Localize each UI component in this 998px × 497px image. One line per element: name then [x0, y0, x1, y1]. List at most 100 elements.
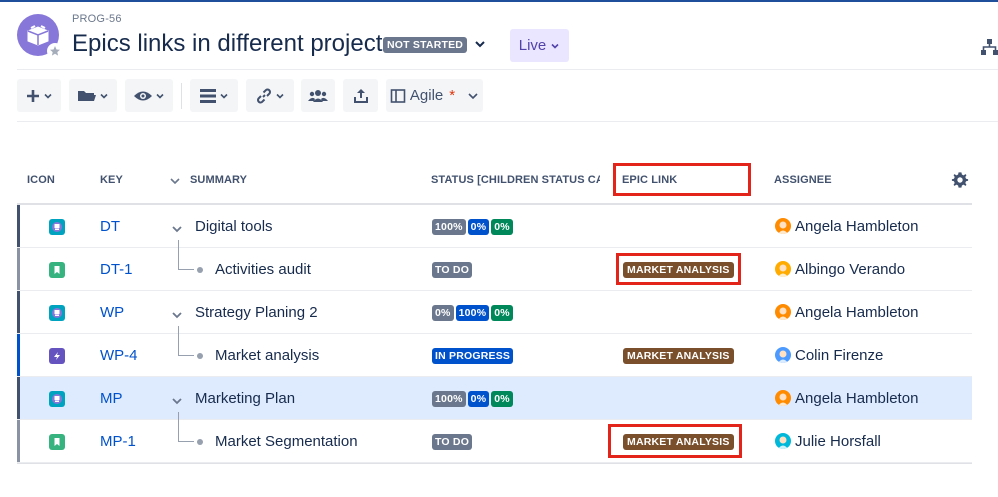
assignee-name: Julie Horsfall	[795, 432, 881, 450]
table-row[interactable]: WP Strategy Planing 2 0% 100% 0% Angela Hamb…	[17, 291, 972, 334]
status-lozenges: IN PROGRESS	[432, 347, 514, 364]
assignee[interactable]: Angela Hambleton	[775, 218, 918, 235]
epic-icon	[49, 304, 65, 321]
status-lozenge: 100%	[432, 390, 466, 407]
issue-key[interactable]: WP-4	[100, 347, 138, 364]
expand-toggle-icon[interactable]	[170, 394, 184, 408]
structure-button[interactable]	[69, 79, 117, 112]
status-lozenge: 0%	[491, 390, 513, 407]
chevron-down-icon	[551, 43, 559, 49]
tree-node-dot	[197, 266, 203, 273]
column-header-key[interactable]: KEY	[100, 174, 123, 186]
tree-connector	[178, 240, 194, 270]
issue-summary[interactable]: Market Segmentation	[215, 433, 358, 450]
issue-summary[interactable]: Market analysis	[215, 347, 319, 364]
assignee[interactable]: Angela Hambleton	[775, 390, 918, 407]
toolbar-divider	[181, 83, 182, 109]
assignee[interactable]: Julie Horsfall	[775, 433, 881, 450]
status-lozenges: 0% 100% 0%	[432, 304, 513, 321]
chevron-down-icon[interactable]	[472, 36, 488, 52]
issue-summary[interactable]: Strategy Planing 2	[195, 304, 318, 321]
add-button[interactable]	[17, 79, 61, 112]
row-indicator	[17, 334, 20, 376]
status-lozenge: 0%	[491, 218, 513, 235]
view-selector-button[interactable]: Agile *	[386, 79, 483, 112]
expand-toggle-icon[interactable]	[170, 222, 184, 236]
package-icon	[27, 25, 49, 46]
table-row[interactable]: MP Marketing Plan 100% 0% 0% Angela Hambleto…	[17, 377, 972, 420]
issue-summary[interactable]: Digital tools	[195, 218, 273, 235]
issue-key[interactable]: MP	[100, 390, 123, 407]
export-button[interactable]	[343, 79, 378, 112]
avatar	[775, 433, 791, 449]
column-header-summary[interactable]: SUMMARY	[190, 174, 247, 186]
table-row[interactable]: DT-1 Activities audit TO DO MARKET ANALYSIS…	[17, 240, 972, 291]
epic-link-lozenge[interactable]: MARKET ANALYSIS	[623, 347, 734, 364]
issue-key[interactable]: WP	[100, 304, 124, 321]
table-row[interactable]: WP-4 Market analysis IN PROGRESS MARKET ANA…	[17, 326, 972, 377]
layout-icon	[390, 88, 406, 103]
project-key[interactable]: PROG-56	[72, 13, 122, 25]
status-lozenge: 0%	[432, 304, 454, 321]
row-indicator	[17, 205, 20, 247]
live-button[interactable]: Live	[510, 29, 569, 62]
status-badge[interactable]: NOT STARTED	[383, 37, 468, 53]
expand-toggle-icon[interactable]	[170, 308, 184, 322]
column-header-assignee[interactable]: ASSIGNEE	[774, 174, 832, 186]
collapse-all-icon[interactable]	[169, 175, 181, 187]
row-indicator	[17, 420, 20, 462]
avatar	[775, 261, 791, 277]
issue-summary[interactable]: Activities audit	[215, 261, 311, 278]
view-label: Agile	[409, 87, 444, 104]
row-indicator	[17, 377, 20, 419]
view-options-button[interactable]	[125, 79, 173, 112]
table-bottom-border	[17, 463, 972, 464]
link-button[interactable]	[246, 79, 294, 112]
link-icon	[257, 88, 271, 103]
gear-icon[interactable]	[951, 171, 969, 189]
status-lozenge: 0%	[467, 390, 490, 407]
status-lozenge: 0%	[467, 218, 490, 235]
status-lozenge: IN PROGRESS	[432, 347, 514, 364]
issue-key[interactable]: DT-1	[100, 261, 133, 278]
table-row[interactable]: DT Digital tools 100% 0% 0% Angela Hambleton	[17, 205, 972, 248]
tree-node-dot	[197, 352, 203, 359]
issue-summary[interactable]: Marketing Plan	[195, 390, 295, 407]
avatar	[775, 304, 791, 320]
status-lozenge: 0%	[491, 304, 513, 321]
assignee[interactable]: Albingo Verando	[775, 261, 905, 278]
status-lozenge: 100%	[455, 304, 490, 321]
assignee[interactable]: Angela Hambleton	[775, 304, 918, 321]
avatar	[775, 390, 791, 406]
column-header-status[interactable]: STATUS [CHILDREN STATUS CA	[431, 174, 600, 186]
team-button[interactable]	[301, 79, 335, 112]
assignee[interactable]: Colin Firenze	[775, 347, 883, 364]
add-icon	[27, 89, 39, 102]
issue-key[interactable]: MP-1	[100, 433, 136, 450]
tree-connector	[178, 326, 194, 356]
eye-icon	[134, 91, 152, 100]
folder-icon	[78, 90, 96, 101]
tree-connector	[178, 412, 194, 442]
status-lozenge: 100%	[432, 218, 466, 235]
story-icon	[49, 433, 65, 450]
chevron-down-icon	[468, 92, 478, 99]
assignee-name: Angela Hambleton	[795, 303, 919, 321]
issue-key[interactable]: DT	[100, 218, 120, 235]
toolbar-divider-line	[17, 121, 998, 122]
top-accent-line	[0, 0, 998, 2]
export-icon	[353, 88, 368, 103]
epic-icon	[49, 218, 65, 235]
star-icon[interactable]	[47, 43, 63, 59]
page-title: Epics links in different project	[72, 30, 383, 57]
hierarchy-icon[interactable]	[980, 38, 998, 56]
column-header-icon[interactable]: ICON	[27, 174, 55, 186]
fields-button[interactable]	[190, 79, 238, 112]
assignee-name: Angela Hambleton	[795, 217, 919, 235]
chevron-down-icon	[100, 93, 108, 99]
status-lozenge: TO DO	[432, 261, 473, 278]
chevron-down-icon	[220, 93, 228, 99]
modified-marker: *	[449, 87, 456, 104]
table-row[interactable]: MP-1 Market Segmentation TO DO MARKET ANALY…	[17, 412, 972, 463]
row-indicator	[17, 291, 20, 333]
